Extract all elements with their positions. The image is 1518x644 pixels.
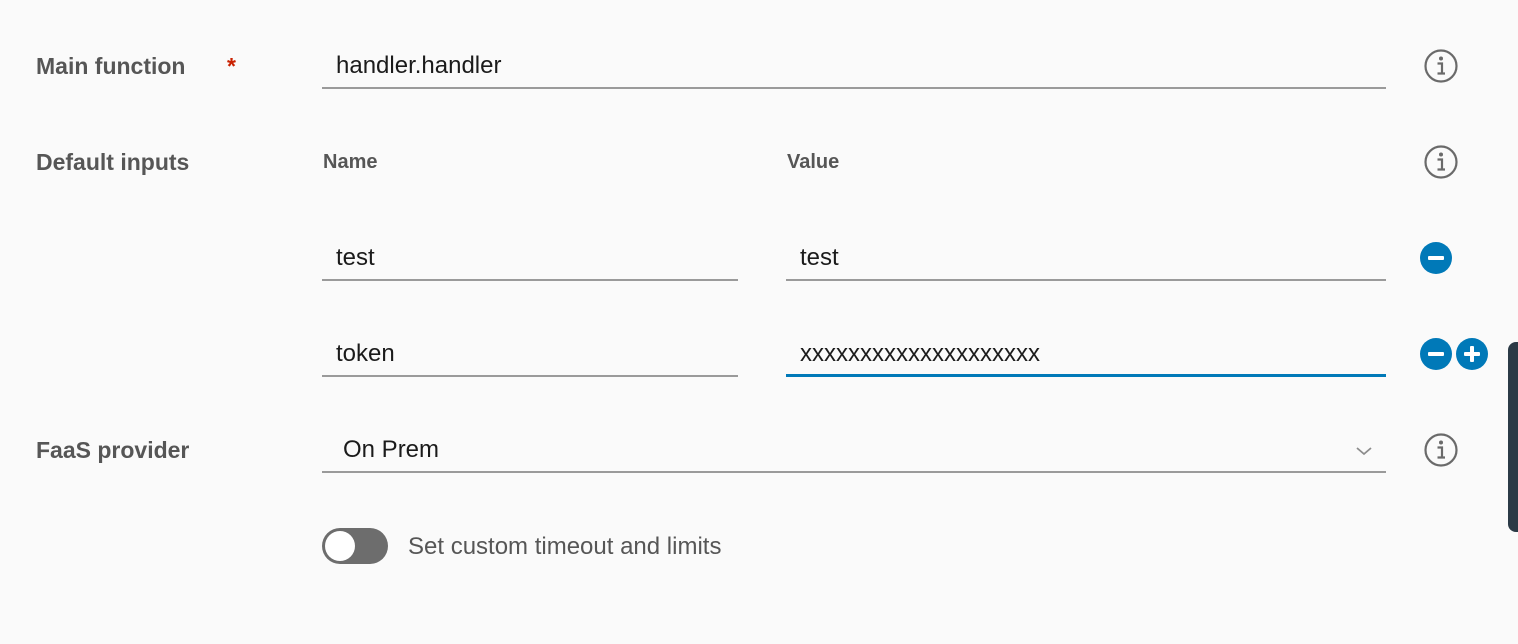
- minus-circle-icon: [1428, 256, 1444, 260]
- info-icon: [1424, 49, 1458, 83]
- value-column-header: Value: [787, 151, 840, 173]
- main-function-input[interactable]: [322, 45, 1386, 89]
- info-icon: [1424, 433, 1458, 467]
- remove-row-button[interactable]: [1420, 242, 1452, 274]
- input-name-field[interactable]: [322, 237, 738, 281]
- default-inputs-info-button[interactable]: [1423, 144, 1459, 185]
- plus-circle-icon: [1464, 346, 1480, 362]
- scrollbar-handle[interactable]: [1508, 342, 1518, 532]
- custom-limits-label: Set custom timeout and limits: [408, 533, 722, 560]
- required-marker: *: [227, 53, 236, 79]
- name-column-header: Name: [323, 151, 378, 173]
- main-function-info-button[interactable]: [1423, 48, 1459, 89]
- remove-row-button[interactable]: [1420, 338, 1452, 370]
- input-name-field[interactable]: [322, 333, 738, 377]
- faas-provider-info-button[interactable]: [1423, 432, 1459, 473]
- info-icon: [1424, 145, 1458, 179]
- minus-circle-icon: [1428, 352, 1444, 356]
- input-value-field[interactable]: [786, 237, 1386, 281]
- main-function-label: Main function: [36, 53, 186, 79]
- custom-limits-toggle[interactable]: [322, 528, 388, 564]
- input-value-field[interactable]: [786, 333, 1386, 377]
- default-inputs-label: Default inputs: [36, 149, 190, 175]
- faas-provider-select[interactable]: On Prem: [322, 429, 1386, 473]
- faas-provider-label: FaaS provider: [36, 437, 190, 463]
- chevron-down-icon: [1356, 447, 1372, 456]
- faas-provider-selected-value: On Prem: [343, 436, 440, 463]
- toggle-knob: [325, 531, 355, 561]
- add-row-button[interactable]: [1456, 338, 1488, 370]
